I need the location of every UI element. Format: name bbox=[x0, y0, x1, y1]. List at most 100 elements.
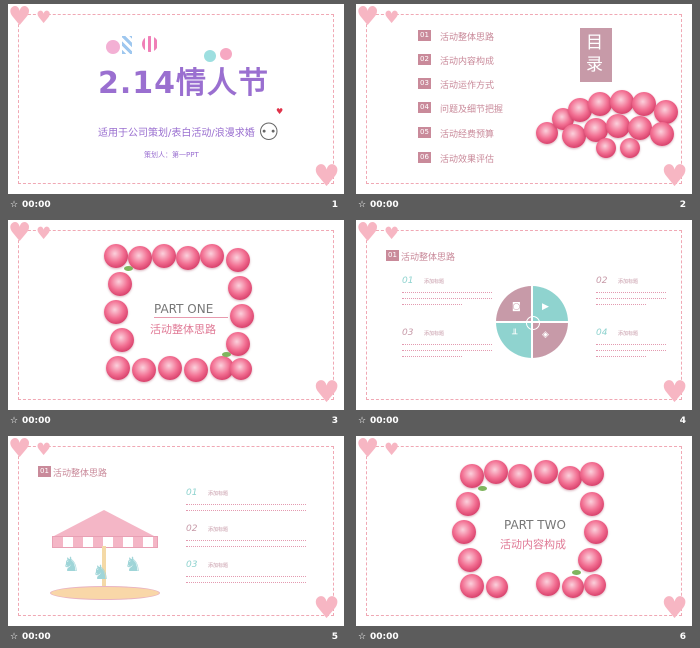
section-header: 活动整体思路 bbox=[53, 469, 108, 479]
rose-icon bbox=[650, 122, 674, 146]
rose-icon bbox=[484, 460, 508, 484]
slide-footer: ☆ 00:00 4 bbox=[356, 411, 692, 432]
slide-thumbnail-3[interactable]: ♥ ♥ ♥ PART ONE 活动整体思路 ☆ 00:00 3 bbox=[8, 220, 344, 432]
part-subtitle: 活动内容构成 bbox=[500, 538, 566, 551]
slide-thumbnail-1[interactable]: ♥ ♥ ♥ 2.14情人节 适用于公司策划/表白活动/浪漫求婚 策划人：第一PP… bbox=[8, 4, 344, 216]
rose-icon bbox=[456, 492, 480, 516]
slide-canvas: ♥ ♥ ♥ 01 活动整体思路 01 添加标题 02 添加标题 03 添加标题 … bbox=[356, 220, 692, 410]
rose-icon bbox=[654, 100, 678, 124]
rose-icon bbox=[452, 520, 476, 544]
slide-author: 策划人：第一PPT bbox=[144, 151, 199, 159]
slide-thumbnail-5[interactable]: ♥ ♥ ♥ 01 活动整体思路 ♞ ♞ ♞ 01 添加标题 02 添加标题 03… bbox=[8, 436, 344, 648]
rose-icon bbox=[104, 300, 128, 324]
block-title: 添加标题 bbox=[618, 279, 639, 285]
slide-number: 2 bbox=[679, 200, 686, 210]
toc-item[interactable]: 问题及细节把握 bbox=[440, 102, 503, 115]
quadrant-bottom-left bbox=[496, 323, 531, 358]
block-number: 01 bbox=[186, 488, 198, 498]
block-title: 添加标题 bbox=[208, 527, 229, 533]
heart-icon: ♥ bbox=[276, 107, 284, 116]
horse-icon: ♞ bbox=[62, 552, 80, 576]
block-number: 01 bbox=[402, 276, 414, 286]
placeholder-text bbox=[186, 510, 306, 513]
slide-subtitle: 适用于公司策划/表白活动/浪漫求婚 bbox=[98, 128, 255, 139]
play-icon[interactable]: ☆ bbox=[10, 195, 18, 216]
leaf-icon bbox=[222, 352, 231, 357]
heart-icon: ♥ bbox=[36, 224, 52, 244]
heart-icon: ♥ bbox=[36, 8, 52, 28]
placeholder-text bbox=[402, 344, 492, 347]
slide-number: 1 bbox=[331, 200, 338, 210]
placeholder-text bbox=[596, 298, 666, 301]
couple-icon: ⚇ bbox=[258, 118, 280, 146]
quadrant-bottom-right bbox=[533, 323, 568, 358]
heart-icon: ♥ bbox=[384, 440, 400, 460]
heart-icon: ♥ bbox=[661, 591, 688, 626]
heart-icon: ♥ bbox=[661, 159, 688, 194]
tag-icon: ◈ bbox=[542, 330, 549, 340]
toc-item[interactable]: 活动整体思路 bbox=[440, 30, 494, 43]
rose-icon bbox=[106, 356, 130, 380]
placeholder-text bbox=[596, 304, 646, 307]
rose-icon bbox=[184, 358, 208, 382]
rose-icon bbox=[562, 124, 586, 148]
block-number: 04 bbox=[596, 328, 608, 338]
rose-icon bbox=[584, 574, 606, 596]
block-title: 添加标题 bbox=[424, 331, 445, 337]
rose-icon bbox=[610, 90, 634, 114]
rose-icon bbox=[226, 248, 250, 272]
section-header: 活动整体思路 bbox=[401, 253, 456, 263]
rose-icon bbox=[508, 464, 532, 488]
toc-item[interactable]: 活动内容构成 bbox=[440, 54, 494, 67]
play-icon[interactable]: ☆ bbox=[10, 411, 18, 432]
heart-icon: ♥ bbox=[356, 4, 380, 32]
rose-icon bbox=[458, 548, 482, 572]
placeholder-text bbox=[596, 292, 666, 295]
slide-thumbnail-4[interactable]: ♥ ♥ ♥ 01 活动整体思路 01 添加标题 02 添加标题 03 添加标题 … bbox=[356, 220, 692, 432]
lollipop-icon bbox=[122, 36, 132, 54]
section-number: 01 bbox=[38, 466, 51, 477]
rose-icon bbox=[578, 548, 602, 572]
toc-item[interactable]: 活动效果评估 bbox=[440, 152, 494, 165]
slide-canvas: ♥ ♥ ♥ 01 活动整体思路 ♞ ♞ ♞ 01 添加标题 02 添加标题 03… bbox=[8, 436, 344, 626]
heart-icon: ♥ bbox=[8, 220, 32, 248]
slide-thumbnail-6[interactable]: ♥ ♥ ♥ PART TWO 活动内容构成 ☆ 00:00 6 bbox=[356, 436, 692, 648]
leaf-icon bbox=[478, 486, 487, 491]
placeholder-text bbox=[186, 504, 306, 507]
heart-icon: ♥ bbox=[384, 8, 400, 28]
slide-thumbnail-2[interactable]: ♥ ♥ ♥ 01 活动整体思路 02 活动内容构成 03 活动运作方式 04 问… bbox=[356, 4, 692, 216]
rose-icon bbox=[104, 244, 128, 268]
rose-icon bbox=[588, 92, 612, 116]
placeholder-text bbox=[186, 540, 306, 543]
slide-time: 00:00 bbox=[370, 416, 399, 426]
horse-icon: ♞ bbox=[92, 560, 110, 584]
placeholder-text bbox=[596, 356, 646, 359]
toc-title: 目录 bbox=[586, 33, 603, 75]
block-title: 添加标题 bbox=[208, 491, 229, 497]
rose-icon bbox=[460, 574, 484, 598]
toc-item[interactable]: 活动运作方式 bbox=[440, 78, 494, 91]
rose-icon bbox=[486, 576, 508, 598]
rose-icon bbox=[110, 328, 134, 352]
leaf-icon bbox=[124, 266, 133, 271]
placeholder-text bbox=[402, 350, 492, 353]
placeholder-text bbox=[402, 298, 492, 301]
slide-canvas: ♥ ♥ ♥ 01 活动整体思路 02 活动内容构成 03 活动运作方式 04 问… bbox=[356, 4, 692, 194]
rose-icon bbox=[562, 576, 584, 598]
toc-number: 01 bbox=[418, 30, 431, 41]
play-icon[interactable]: ☆ bbox=[358, 195, 366, 216]
section-number: 01 bbox=[386, 250, 399, 261]
rose-icon bbox=[460, 464, 484, 488]
play-icon[interactable]: ☆ bbox=[358, 411, 366, 432]
toc-item[interactable]: 活动经费预算 bbox=[440, 127, 494, 140]
video-icon: ▶ bbox=[542, 302, 549, 312]
toc-number: 04 bbox=[418, 102, 431, 113]
rose-icon bbox=[580, 462, 604, 486]
block-number: 03 bbox=[186, 560, 198, 570]
rose-icon bbox=[200, 244, 224, 268]
toc-number: 05 bbox=[418, 127, 431, 138]
rose-icon bbox=[606, 114, 630, 138]
carousel-base bbox=[50, 586, 160, 600]
rose-icon bbox=[158, 356, 182, 380]
part-title: PART TWO bbox=[504, 518, 566, 532]
